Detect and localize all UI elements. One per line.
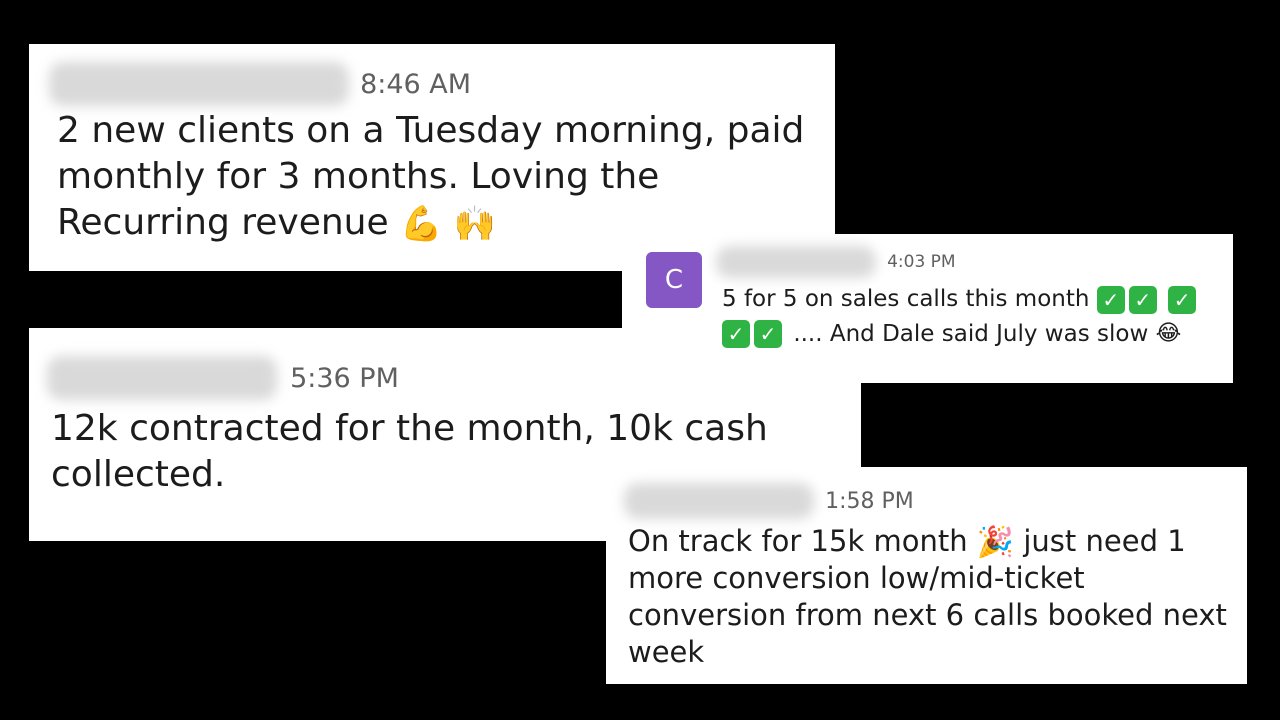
flexed-biceps-icon: 💪 [400,204,443,245]
avatar[interactable]: C [646,252,702,308]
check-mark-icon: ✓ [754,320,782,348]
message-timestamp: 4:03 PM [887,252,956,272]
redacted-sender-name [47,356,277,400]
message-header: 1:58 PM [624,483,1247,519]
message-body: On track for 15k month 🎉 just need 1 mor… [628,523,1247,671]
message-timestamp: 5:36 PM [290,362,399,394]
message-text-part-a: 5 for 5 on sales calls this month [722,286,1090,312]
screenshot-collage: 8:46 AM 2 new clients on a Tuesday morni… [0,0,1280,720]
message-body: 2 new clients on a Tuesday morning, paid… [57,108,835,246]
raising-hands-icon: 🙌 [453,204,497,245]
check-mark-icon: ✓ [722,320,750,348]
redacted-sender-name [49,62,349,106]
message-text-part-b: .... And Dale said July was slow [793,320,1149,347]
message-body: 5 for 5 on sales calls this month ✓ ✓ ✓✓ ✓… [722,282,1213,351]
face-with-tears-of-joy-icon: 😂 [1155,321,1182,346]
message-timestamp: 8:46 AM [360,68,472,100]
redacted-sender-name [716,246,876,278]
message-card: C 4:03 PM 5 for 5 on sales calls this mo… [622,234,1233,383]
message-header: 8:46 AM [49,62,835,106]
message-text-part-a: On track for 15k month [628,524,968,558]
message-timestamp: 1:58 PM [825,488,914,514]
redacted-sender-name [624,483,814,519]
check-mark-icon: ✓ [1096,285,1125,314]
check-mark-icon: ✓ [1128,285,1157,314]
message-content: 4:03 PM 5 for 5 on sales calls this mont… [716,246,1213,351]
message-header: 4:03 PM [716,246,1213,278]
message-card: 1:58 PM On track for 15k month 🎉 just ne… [606,467,1247,684]
check-mark-icon: ✓ [1168,285,1197,314]
party-popper-icon: 🎉 [976,525,1015,560]
